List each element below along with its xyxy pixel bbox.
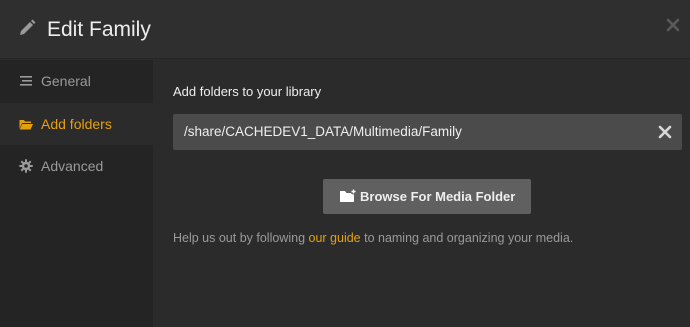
dialog-title: Edit Family <box>47 18 151 41</box>
sidebar-item-label: General <box>41 73 91 89</box>
sidebar-item-label: Advanced <box>41 158 104 174</box>
help-text-after: to naming and organizing your media. <box>360 231 574 245</box>
remove-folder-icon[interactable] <box>658 125 672 139</box>
main-panel: Add folders to your library /share/CACHE… <box>153 60 690 327</box>
folder-add-icon <box>340 188 357 202</box>
folder-path-text: /share/CACHEDEV1_DATA/Multimedia/Family <box>184 124 462 139</box>
help-text-before: Help us out by following <box>173 231 309 245</box>
sidebar-item-add-folders[interactable]: Add folders <box>0 103 153 145</box>
dialog-header: Edit Family <box>0 0 690 59</box>
folder-open-icon <box>19 120 33 130</box>
pencil-icon <box>20 19 36 35</box>
section-title: Add folders to your library <box>173 84 322 99</box>
browse-media-folder-button[interactable]: Browse For Media Folder <box>323 179 531 214</box>
help-text: Help us out by following our guide to na… <box>173 230 573 246</box>
sidebar-item-general[interactable]: General <box>0 60 153 102</box>
guide-link[interactable]: our guide <box>309 231 361 245</box>
browse-button-label: Browse For Media Folder <box>360 189 516 204</box>
gear-icon <box>19 159 33 173</box>
sidebar-item-advanced[interactable]: Advanced <box>0 145 153 187</box>
list-icon <box>20 76 32 86</box>
folder-path-field[interactable]: /share/CACHEDEV1_DATA/Multimedia/Family <box>173 114 682 150</box>
sidebar-item-label: Add folders <box>41 116 112 132</box>
sidebar: General Add folders Advanced <box>0 60 153 327</box>
close-icon[interactable] <box>666 18 680 32</box>
